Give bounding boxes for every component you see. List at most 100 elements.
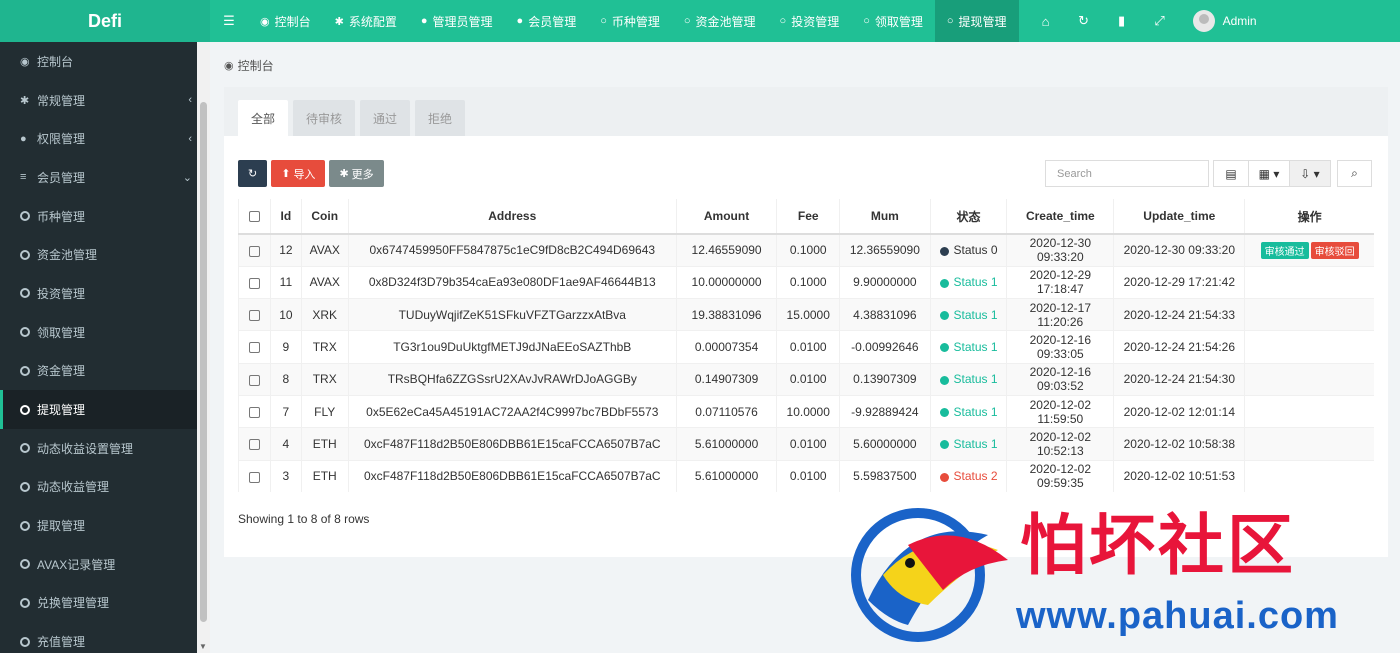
tab-0[interactable]: 全部 xyxy=(238,100,289,136)
cell-mum: -0.00992646 xyxy=(838,330,931,364)
search-button[interactable]: ⌕ xyxy=(1337,160,1372,187)
column-header[interactable]: Create_time xyxy=(1006,199,1114,235)
sidebar-item-10[interactable]: 动态收益设置管理 xyxy=(0,429,210,468)
search-input[interactable]: Search xyxy=(1045,160,1209,187)
cell-id: 9 xyxy=(270,330,302,364)
table-row[interactable]: 10 XRK TUDuyWqjifZeK51SFkuVFZTGarzzxAtBva 1… xyxy=(237,298,1374,331)
column-header[interactable]: Fee xyxy=(776,199,840,235)
dashboard-icon: ◉ xyxy=(224,60,234,72)
sidebar-item-4[interactable]: 币种管理 xyxy=(0,197,210,236)
app-logo[interactable]: Defi xyxy=(0,0,210,42)
cell-mum: 5.60000000 xyxy=(838,427,931,461)
table-row[interactable]: 12 AVAX 0x6747459950FF5847875c1eC9fD8cB2C4… xyxy=(237,233,1374,267)
sidebar-item-9[interactable]: 提现管理 xyxy=(0,390,210,429)
toggle-view-button[interactable]: ▤ xyxy=(1213,160,1249,187)
fullscreen-icon[interactable]: ⤢ xyxy=(1141,0,1179,42)
column-header[interactable]: 状态 xyxy=(929,199,1007,235)
topnav-item-8[interactable]: ○ 提现管理 xyxy=(934,0,1019,42)
column-header[interactable]: Amount xyxy=(675,199,777,235)
column-header[interactable]: 操作 xyxy=(1244,199,1374,235)
table-row[interactable]: 9 TRX TG3r1ou9DuUktgfMETJ9dJNaEEoSAZThbB 0.… xyxy=(237,330,1374,364)
column-header[interactable]: Id xyxy=(270,199,302,235)
cell-amount: 5.61000000 xyxy=(675,427,777,461)
row-checkbox[interactable] xyxy=(249,245,261,257)
sidebar-item-8[interactable]: 资金管理 xyxy=(0,352,210,391)
approve-button[interactable]: 审核通过 xyxy=(1260,241,1309,259)
table-row[interactable]: 8 TRX TRsBQHfa6ZZGSsrU2XAvJvRAWrDJoAGGBy 0.… xyxy=(237,362,1374,396)
columns-button[interactable]: ▦ ▾ xyxy=(1248,160,1290,187)
topnav-item-3[interactable]: ● 会员管理 xyxy=(505,0,589,42)
sidebar-item-11[interactable]: 动态收益管理 xyxy=(0,468,210,507)
cell-status: Status 1 xyxy=(929,298,1007,331)
topnav-item-7[interactable]: ○ 领取管理 xyxy=(851,0,935,42)
export-icon: ⇩ ▾ xyxy=(1300,166,1320,181)
pagination-info: Showing 1 to 8 of 8 rows xyxy=(238,512,370,526)
trash-icon[interactable]: ▮ xyxy=(1103,0,1141,42)
sidebar-scrollbar[interactable]: ▼ xyxy=(197,42,210,653)
topnav-item-1[interactable]: ✱ 系统配置 xyxy=(323,0,409,42)
topnav-item-0[interactable]: ◉ 控制台 xyxy=(248,0,323,42)
row-checkbox[interactable] xyxy=(249,439,261,451)
cell-amount: 0.00007354 xyxy=(675,330,777,364)
scrollbar-thumb[interactable] xyxy=(200,102,207,622)
row-checkbox[interactable] xyxy=(249,471,261,483)
topnav-item-2[interactable]: ● 管理员管理 xyxy=(409,0,505,42)
breadcrumb-label[interactable]: 控制台 xyxy=(238,57,274,74)
column-header[interactable]: Coin xyxy=(300,199,349,235)
menu-toggle-icon[interactable]: ☰ xyxy=(210,0,248,42)
table-row[interactable]: 11 AVAX 0x8D324f3D79b354caEa93e080DF1ae9AF… xyxy=(237,265,1374,299)
sidebar-item-13[interactable]: AVAX记录管理 xyxy=(0,545,210,584)
cell-fee: 0.0100 xyxy=(776,459,840,493)
topnav-item-5[interactable]: ○ 资金池管理 xyxy=(672,0,768,42)
table-row[interactable]: 7 FLY 0x5E62eCa45A45191AC72AA2f4C9997bc7BD… xyxy=(237,394,1374,428)
home-icon[interactable]: ⌂ xyxy=(1027,0,1065,42)
sidebar-item-3[interactable]: ≡ 会员管理 ⌄ xyxy=(0,158,210,197)
refresh-icon[interactable]: ↻ xyxy=(1065,0,1103,42)
sidebar-item-7[interactable]: 领取管理 xyxy=(0,313,210,352)
import-button[interactable]: ⬆ 导入 xyxy=(271,160,326,187)
sidebar-item-12[interactable]: 提取管理 xyxy=(0,506,210,545)
cell-create: 2020-12-17 11:20:26 xyxy=(1006,298,1114,331)
cell-fee: 0.0100 xyxy=(776,427,840,461)
select-all-checkbox[interactable] xyxy=(249,211,261,223)
topnav-item-6[interactable]: ○ 投资管理 xyxy=(768,0,852,42)
cell-id: 7 xyxy=(270,394,302,428)
sidebar-item-6[interactable]: 投资管理 xyxy=(0,274,210,313)
table-row[interactable]: 3 ETH 0xcF487F118d2B50E806DBB61E15caFCCA65… xyxy=(237,459,1374,493)
cell-actions xyxy=(1244,298,1374,331)
topnav-item-4[interactable]: ○ 币种管理 xyxy=(588,0,672,42)
row-checkbox[interactable] xyxy=(249,277,261,289)
column-header[interactable]: Address xyxy=(347,199,677,235)
cell-mum: 12.36559090 xyxy=(838,233,931,267)
cell-mum: 9.90000000 xyxy=(838,265,931,299)
circle-icon xyxy=(20,443,30,454)
dashboard-icon: ◉ xyxy=(260,15,270,28)
sidebar-item-1[interactable]: ✱ 常规管理 ‹ xyxy=(0,81,210,120)
tab-1[interactable]: 待审核 xyxy=(293,100,356,136)
column-header[interactable]: Update_time xyxy=(1113,199,1245,235)
cell-coin: AVAX xyxy=(300,265,349,299)
sidebar-item-2[interactable]: ● 权限管理 ‹ xyxy=(0,119,210,158)
topnav-item-label: 资金池管理 xyxy=(695,14,756,29)
refresh-button[interactable]: ↻ xyxy=(238,160,268,187)
more-button[interactable]: ✱ 更多 xyxy=(329,160,384,187)
user-menu[interactable]: Admin xyxy=(1179,10,1271,32)
cell-address: 0xcF487F118d2B50E806DBB61E15caFCCA6507B7… xyxy=(347,427,677,461)
export-button[interactable]: ⇩ ▾ xyxy=(1289,160,1331,187)
sidebar-item-14[interactable]: 兑换管理管理 xyxy=(0,584,210,623)
sidebar-item-5[interactable]: 资金池管理 xyxy=(0,235,210,274)
tab-3[interactable]: 拒绝 xyxy=(415,100,466,136)
tab-2[interactable]: 通过 xyxy=(360,100,411,136)
row-checkbox[interactable] xyxy=(249,342,261,354)
scroll-down-icon[interactable]: ▼ xyxy=(199,642,207,651)
sidebar-item-15[interactable]: 充值管理 xyxy=(0,622,210,653)
row-checkbox[interactable] xyxy=(249,310,261,322)
table-row[interactable]: 4 ETH 0xcF487F118d2B50E806DBB61E15caFCCA65… xyxy=(237,427,1374,461)
reject-button[interactable]: 审核驳回 xyxy=(1310,241,1359,259)
column-header[interactable]: Mum xyxy=(838,199,931,235)
status-dot-icon xyxy=(939,246,949,256)
row-checkbox[interactable] xyxy=(249,406,261,418)
circle-icon xyxy=(20,404,30,415)
sidebar-item-0[interactable]: ◉ 控制台 xyxy=(0,42,210,81)
row-checkbox[interactable] xyxy=(249,374,261,386)
